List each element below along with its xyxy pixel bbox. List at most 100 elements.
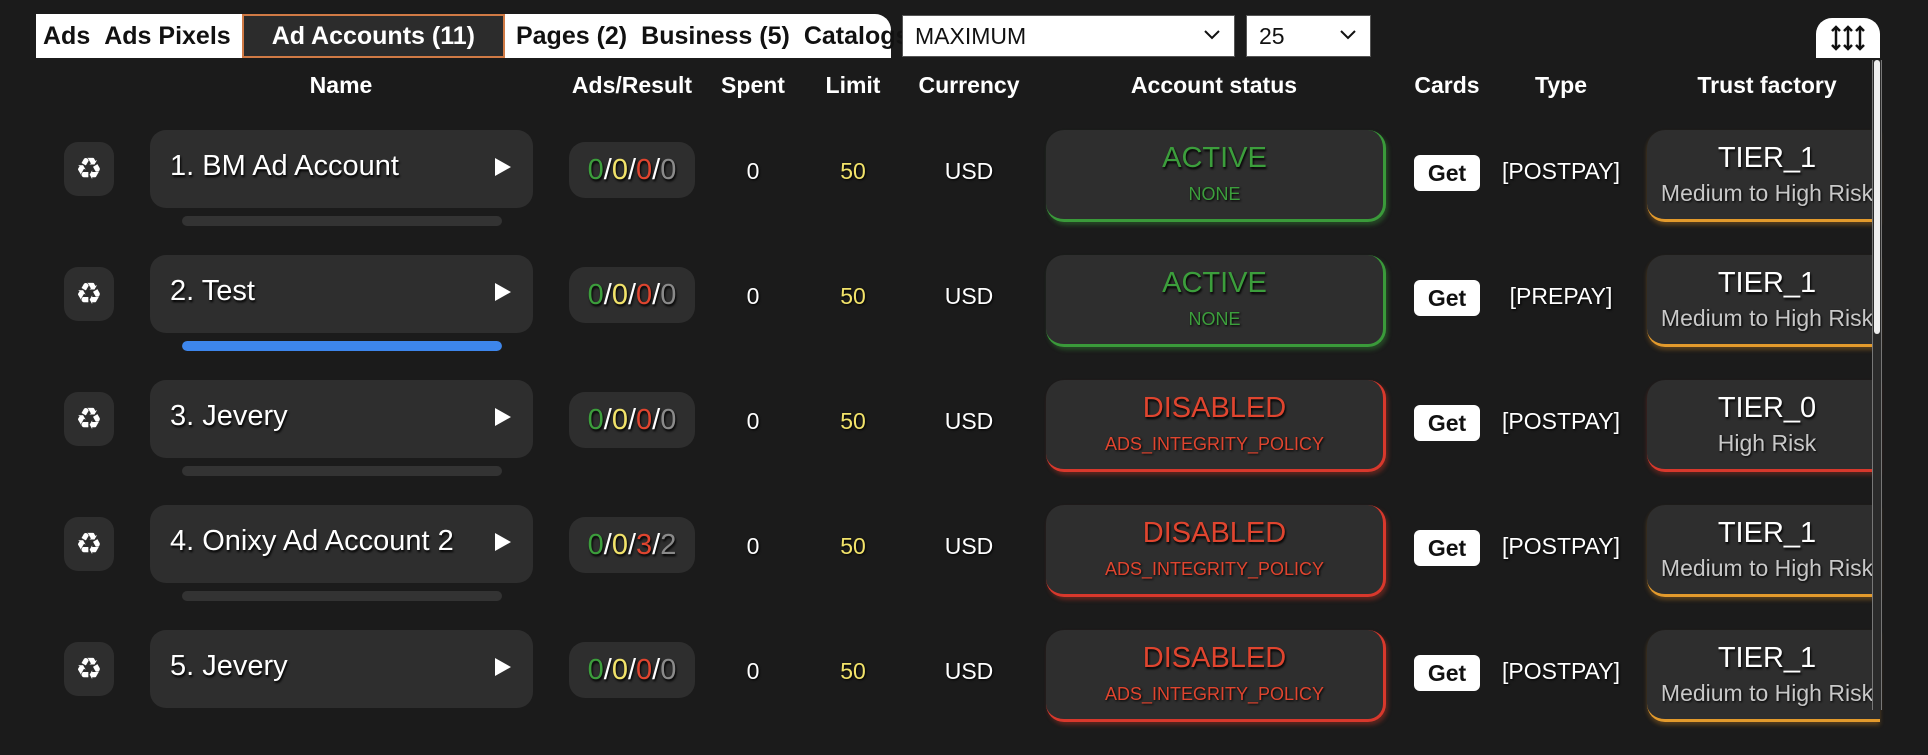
ads-result-counter: 0/0/0/0 [569,642,695,698]
trust-risk: Medium to High Risk [1660,180,1874,206]
account-status-reason: ADS_INTEGRITY_POLICY [1104,684,1325,704]
trust-risk: Medium to High Risk [1660,305,1874,331]
header-account-status: Account status [1130,72,1298,98]
account-status-reason: ADS_INTEGRITY_POLICY [1104,434,1325,454]
recycle-icon: ♻ [75,527,103,561]
tab-pages[interactable]: Pages (2) [509,14,634,58]
table-row: ♻ 4. Onixy Ad Account 2 0/0/3/2 0 50 USD… [0,505,1880,630]
header-currency: Currency [918,72,1020,98]
table-row: ♻ 3. Jevery 0/0/0/0 0 50 USD DISABLED AD… [0,380,1880,505]
limit-value: 50 [840,283,866,309]
trust-tier: TIER_1 [1717,267,1817,299]
account-status-badge: DISABLED ADS_INTEGRITY_POLICY [1046,380,1386,472]
account-status: DISABLED [1142,392,1287,424]
account-progress-bar [182,466,502,476]
ads-result-value: 0 [587,403,604,436]
recycle-button[interactable]: ♻ [64,392,114,446]
currency-value: USD [944,408,994,434]
account-status: ACTIVE [1162,267,1267,299]
header-limit: Limit [825,72,881,98]
ads-result-value: 3 [636,528,653,561]
trust-tier: TIER_1 [1717,517,1817,549]
account-name-button[interactable]: 4. Onixy Ad Account 2 [150,505,533,583]
mode-select[interactable]: MAXIMUM [902,15,1235,57]
scrollbar-thumb[interactable] [1874,60,1880,334]
account-status-badge: DISABLED ADS_INTEGRITY_POLICY [1046,505,1386,597]
recycle-button[interactable]: ♻ [64,517,114,571]
sort-toggle-button[interactable] [1816,18,1880,58]
account-type: [POSTPAY] [1501,408,1621,434]
account-status-badge: DISABLED ADS_INTEGRITY_POLICY [1046,630,1386,722]
get-cards-button[interactable]: Get [1414,530,1480,566]
ads-result-counter: 0/0/0/0 [569,142,695,198]
trust-factor-badge: TIER_0 High Risk [1647,380,1880,472]
mode-select-value: MAXIMUM [915,22,1027,49]
recycle-button[interactable]: ♻ [64,642,114,696]
account-status: ACTIVE [1162,142,1267,174]
play-icon [495,408,511,426]
get-cards-button[interactable]: Get [1414,655,1480,691]
ads-result-value: 0 [660,278,677,311]
limit-value: 50 [840,408,866,434]
table-row: ♻ 5. Jevery 0/0/0/0 0 50 USD DISABLED AD… [0,630,1880,755]
trust-tier: TIER_1 [1717,642,1817,674]
trust-factor-badge: TIER_1 Medium to High Risk [1647,130,1880,222]
get-cards-button[interactable]: Get [1414,280,1480,316]
currency-value: USD [944,283,994,309]
spent-value: 0 [746,158,760,184]
account-type: [PREPAY] [1509,283,1613,309]
account-name: 2. Test [170,275,255,307]
play-icon [495,533,511,551]
currency-value: USD [944,533,994,559]
ads-result-value: 2 [660,528,677,561]
ads-result-value: 0 [660,153,677,186]
limit-value: 50 [840,533,866,559]
tab-business[interactable]: Business (5) [634,14,797,58]
progress-fill [182,341,502,351]
header-trust-factor: Trust factory [1697,72,1837,98]
tab-catalogs[interactable]: Catalogs [797,14,917,58]
get-cards-button[interactable]: Get [1414,405,1480,441]
spent-value: 0 [746,283,760,309]
recycle-icon: ♻ [75,402,103,436]
tab-ad-accounts[interactable]: Ad Accounts (11) [241,14,505,58]
play-icon [495,158,511,176]
account-type: [POSTPAY] [1501,658,1621,684]
ads-result-value: 0 [611,278,628,311]
account-name-button[interactable]: 2. Test [150,255,533,333]
ads-result-value: 0 [611,403,628,436]
ads-result-value: 0 [636,153,653,186]
trust-risk: Medium to High Risk [1660,555,1874,581]
scrollbar[interactable] [1872,60,1882,710]
ads-result-value: 0 [587,653,604,686]
count-select[interactable]: 25 [1246,15,1371,57]
ads-result-value: 0 [636,403,653,436]
recycle-button[interactable]: ♻ [64,267,114,321]
count-select-value: 25 [1259,22,1285,49]
ads-result-value: 0 [587,153,604,186]
account-name: 4. Onixy Ad Account 2 [170,525,454,557]
trust-factor-badge: TIER_1 Medium to High Risk [1647,255,1880,347]
recycle-button[interactable]: ♻ [64,142,114,196]
ads-result-value: 0 [587,528,604,561]
spent-value: 0 [746,658,760,684]
tab-ads-pixels[interactable]: Ads Pixels [97,14,237,58]
account-status: DISABLED [1142,517,1287,549]
trust-tier: TIER_0 [1717,392,1817,424]
header-type: Type [1535,72,1587,98]
ads-result-counter: 0/0/0/0 [569,267,695,323]
ads-result-value: 0 [636,278,653,311]
get-cards-button[interactable]: Get [1414,155,1480,191]
recycle-icon: ♻ [75,652,103,686]
account-status-reason: NONE [1188,184,1241,204]
trust-factor-badge: TIER_1 Medium to High Risk [1647,505,1880,597]
account-name-button[interactable]: 1. BM Ad Account [150,130,533,208]
account-type: [POSTPAY] [1501,533,1621,559]
table-row: ♻ 2. Test 0/0/0/0 0 50 USD ACTIVE NONE G… [0,255,1880,380]
account-name: 5. Jevery [170,650,288,682]
tab-ads[interactable]: Ads [36,14,97,58]
account-name-button[interactable]: 3. Jevery [150,380,533,458]
ads-result-counter: 0/0/3/2 [569,517,695,573]
ads-result-value: 0 [611,153,628,186]
account-name-button[interactable]: 5. Jevery [150,630,533,708]
